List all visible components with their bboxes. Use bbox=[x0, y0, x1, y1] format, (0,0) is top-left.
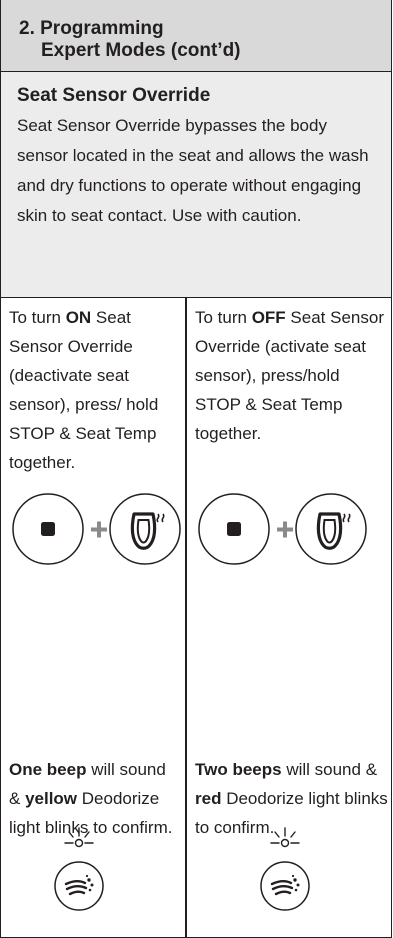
deodorize-button-icon bbox=[260, 861, 310, 911]
plus-icon bbox=[277, 521, 293, 538]
turn-on-column: To turn ON Seat Sensor Override (deactiv… bbox=[1, 298, 185, 938]
instr-text: Seat Sensor Override (deactivate seat se… bbox=[9, 308, 159, 472]
deodorize-button-icon bbox=[54, 861, 104, 911]
turn-off-instructions: To turn OFF Seat Sensor Override (activa… bbox=[195, 303, 389, 448]
button-combination bbox=[12, 493, 181, 565]
instr-text: Seat Sensor Override (activate seat sens… bbox=[195, 308, 384, 443]
seat-temp-button-icon bbox=[109, 493, 181, 565]
section-header: 2. Programming Expert Modes (cont’d) bbox=[1, 0, 391, 72]
instr-keyword: OFF bbox=[251, 308, 286, 327]
beep-count: Two beeps bbox=[195, 760, 282, 779]
beep-count: One beep bbox=[9, 760, 87, 779]
deodorize-light-illustration bbox=[260, 827, 310, 911]
instr-text: To turn bbox=[9, 308, 66, 327]
expert-mode-panel: 2. Programming Expert Modes (cont’d) Sea… bbox=[0, 0, 392, 938]
light-color: red bbox=[195, 789, 222, 808]
stop-button-icon bbox=[12, 493, 84, 565]
stop-button-icon bbox=[198, 493, 270, 565]
button-combination bbox=[198, 493, 367, 565]
seat-temp-button-icon bbox=[295, 493, 367, 565]
conf-text: will sound & bbox=[281, 760, 378, 779]
turn-on-instructions: To turn ON Seat Sensor Override (deactiv… bbox=[9, 303, 181, 477]
blinking-light-icon bbox=[64, 827, 94, 848]
instr-keyword: ON bbox=[65, 308, 92, 327]
header-line-1: 2. Programming bbox=[19, 18, 164, 39]
intro-title: Seat Sensor Override bbox=[17, 85, 211, 106]
turn-off-column: To turn OFF Seat Sensor Override (activa… bbox=[187, 298, 393, 938]
intro-body: Seat Sensor Override bypasses the body s… bbox=[17, 116, 369, 225]
blinking-light-icon bbox=[270, 827, 300, 848]
instr-text: To turn bbox=[195, 308, 252, 327]
light-color: yellow bbox=[25, 789, 78, 808]
plus-icon bbox=[91, 521, 107, 538]
header-line-2: Expert Modes (cont’d) bbox=[41, 40, 241, 61]
deodorize-light-illustration bbox=[54, 827, 104, 911]
intro-box: Seat Sensor Override Seat Sensor Overrid… bbox=[1, 72, 391, 298]
